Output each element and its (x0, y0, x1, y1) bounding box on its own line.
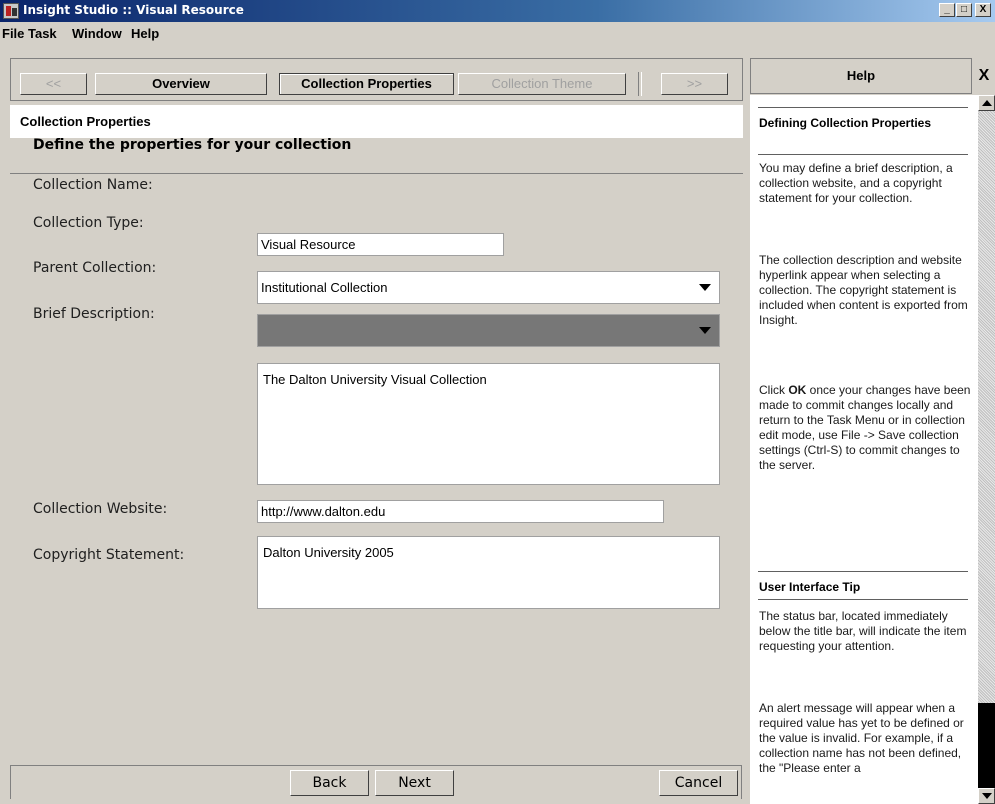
title-bar: Insight Studio :: Visual Resource _ □ X (0, 0, 995, 22)
help-paragraph: You may define a brief description, a co… (759, 161, 953, 205)
copyright-statement-label: Copyright Statement: (33, 547, 185, 563)
divider (758, 154, 968, 155)
scroll-thumb[interactable] (978, 703, 995, 788)
form-content: Define the properties for your collectio… (0, 117, 743, 697)
help-paragraph: Click OK once your changes have been mad… (759, 383, 971, 472)
scroll-down-button[interactable] (978, 788, 995, 804)
close-window-button[interactable]: X (975, 3, 991, 17)
divider (758, 107, 968, 108)
window-title: Insight Studio :: Visual Resource (23, 3, 244, 17)
brief-description-label: Brief Description: (33, 306, 155, 322)
help-title: Help (750, 58, 972, 94)
cancel-button[interactable]: Cancel (659, 770, 738, 796)
back-button[interactable]: Back (290, 770, 369, 796)
nav-collection-properties-button[interactable]: Collection Properties (279, 73, 454, 95)
brief-description-textarea[interactable]: The Dalton University Visual Collection (257, 363, 720, 485)
nav-overview-button[interactable]: Overview (95, 73, 267, 95)
collection-type-value: Institutional Collection (261, 280, 388, 295)
parent-collection-select[interactable] (257, 314, 720, 347)
divider (758, 599, 968, 600)
nav-separator (638, 72, 642, 96)
collection-name-label: Collection Name: (33, 177, 153, 193)
wizard-nav: << Overview Collection Properties Collec… (10, 58, 743, 101)
menu-window[interactable]: Window (72, 26, 122, 41)
button-bar: Back Next Cancel (10, 765, 742, 799)
copyright-statement-textarea[interactable]: Dalton University 2005 (257, 536, 720, 609)
nav-collection-theme-button[interactable]: Collection Theme (458, 73, 626, 95)
help-paragraph: An alert message will appear when a requ… (759, 701, 964, 775)
collection-website-input[interactable]: http://www.dalton.edu (257, 500, 664, 523)
menu-task[interactable]: Task (28, 26, 57, 41)
collection-website-label: Collection Website: (33, 501, 168, 517)
help-section-title: Defining Collection Properties (759, 116, 932, 130)
chevron-down-icon (699, 327, 711, 334)
form-heading: Define the properties for your collectio… (33, 137, 352, 153)
parent-collection-label: Parent Collection: (33, 260, 157, 276)
collection-type-select[interactable]: Institutional Collection (257, 271, 720, 304)
next-button[interactable]: Next (375, 770, 454, 796)
help-scrollbar[interactable] (978, 95, 995, 804)
menu-file[interactable]: File (2, 26, 24, 41)
divider (758, 571, 968, 572)
maximize-button[interactable]: □ (956, 3, 972, 17)
collection-type-label: Collection Type: (33, 215, 144, 231)
help-close-button[interactable]: X (975, 62, 993, 90)
collection-name-input[interactable]: Visual Resource (257, 233, 504, 256)
menu-bar: File Task Window Help (0, 22, 995, 46)
chevron-down-icon (699, 284, 711, 291)
nav-next-button[interactable]: >> (661, 73, 728, 95)
help-panel: Help X Defining Collection Properties Yo… (750, 58, 995, 804)
help-content: Defining Collection Properties You may d… (750, 95, 978, 804)
nav-prev-button[interactable]: << (20, 73, 87, 95)
help-paragraph: The collection description and website h… (759, 253, 968, 327)
scroll-up-button[interactable] (978, 95, 995, 111)
help-paragraph: The status bar, located immediately belo… (759, 609, 967, 653)
app-icon (3, 3, 19, 19)
menu-help[interactable]: Help (131, 26, 159, 41)
minimize-button[interactable]: _ (939, 3, 955, 17)
help-section-title: User Interface Tip (759, 580, 861, 594)
